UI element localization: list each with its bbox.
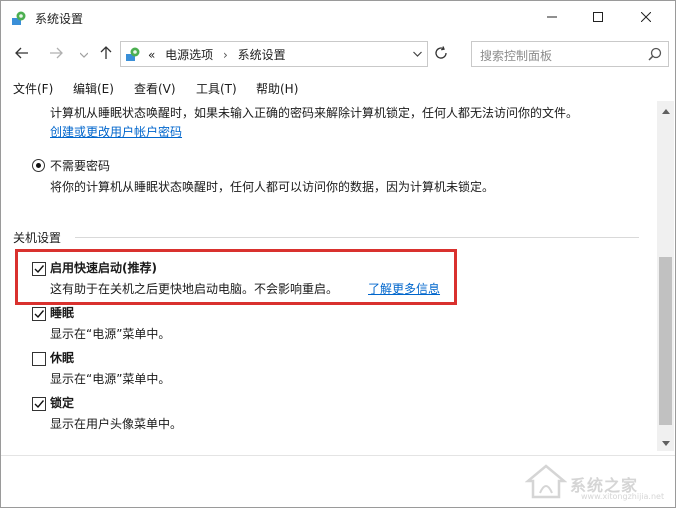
checkmark-icon bbox=[34, 265, 45, 274]
navigation-bar: « 电源选项 › 系统设置 搜索控制面板 bbox=[1, 37, 675, 71]
back-button[interactable] bbox=[12, 44, 32, 64]
menu-tools[interactable]: 工具(T) bbox=[196, 80, 237, 97]
breadcrumb: « 电源选项 › 系统设置 bbox=[148, 46, 292, 63]
settings-content: 计算机从睡眠状态唤醒时，如果未输入正确的密码来解除计算机锁定，任何人都无法访问你… bbox=[1, 101, 657, 455]
password-description: 计算机从睡眠状态唤醒时，如果未输入正确的密码来解除计算机锁定，任何人都无法访问你… bbox=[50, 106, 579, 120]
maximize-icon bbox=[593, 11, 603, 25]
title-bar: 系统设置 bbox=[1, 1, 675, 35]
breadcrumb-power-options[interactable]: 电源选项 bbox=[165, 48, 213, 62]
menu-file[interactable]: 文件(F) bbox=[13, 80, 53, 97]
address-bar[interactable]: « 电源选项 › 系统设置 bbox=[120, 41, 428, 67]
create-password-link[interactable]: 创建或更改用户帐户密码 bbox=[50, 123, 182, 140]
recent-locations-button[interactable] bbox=[74, 44, 94, 64]
search-box[interactable]: 搜索控制面板 bbox=[471, 41, 669, 67]
chevron-down-icon bbox=[79, 47, 89, 61]
no-password-description: 将你的计算机从睡眠状态唤醒时，任何人都可以访问你的数据，因为计算机未锁定。 bbox=[50, 180, 495, 194]
radio-selected-dot bbox=[36, 163, 41, 168]
settings-window: 系统设置 « 电源选项 › 系统设置 搜索控制面板 文件(F) 编辑(E) 查看… bbox=[0, 0, 676, 508]
fast-startup-description: 这有助于在关机之后更快地启动电脑。不会影响重启。 bbox=[50, 282, 339, 296]
checkmark-icon bbox=[34, 310, 45, 319]
lock-description: 显示在用户头像菜单中。 bbox=[50, 417, 183, 431]
minimize-icon bbox=[547, 11, 557, 25]
no-password-radio[interactable] bbox=[32, 159, 45, 172]
watermark-logo-icon bbox=[524, 464, 568, 499]
search-placeholder: 搜索控制面板 bbox=[480, 49, 553, 63]
breadcrumb-overflow[interactable]: « bbox=[148, 48, 155, 62]
control-panel-icon bbox=[11, 10, 27, 26]
refresh-button[interactable] bbox=[431, 45, 451, 63]
chevron-down-icon bbox=[661, 435, 670, 449]
search-icon[interactable] bbox=[648, 47, 662, 61]
breadcrumb-separator[interactable]: › bbox=[223, 48, 228, 62]
chevron-down-icon[interactable] bbox=[411, 48, 423, 60]
menu-bar: 文件(F) 编辑(E) 查看(V) 工具(T) 帮助(H) bbox=[1, 78, 675, 100]
sleep-checkbox[interactable] bbox=[32, 307, 46, 321]
watermark-url: www.xitongzhijia.net bbox=[581, 492, 665, 501]
arrow-right-icon bbox=[49, 47, 63, 62]
fast-startup-label[interactable]: 启用快速启动(推荐) bbox=[50, 259, 157, 276]
refresh-icon bbox=[434, 45, 448, 63]
arrow-left-icon bbox=[15, 47, 29, 62]
scrollbar-thumb[interactable] bbox=[659, 257, 672, 425]
close-button[interactable] bbox=[623, 1, 669, 35]
arrow-up-icon bbox=[100, 45, 112, 63]
menu-view[interactable]: 查看(V) bbox=[134, 80, 176, 97]
no-password-label[interactable]: 不需要密码 bbox=[50, 157, 110, 174]
lock-label[interactable]: 锁定 bbox=[50, 394, 74, 411]
maximize-button[interactable] bbox=[575, 1, 621, 35]
learn-more-link[interactable]: 了解更多信息 bbox=[368, 280, 440, 297]
control-panel-icon bbox=[125, 46, 141, 62]
minimize-button[interactable] bbox=[529, 1, 575, 35]
forward-button[interactable] bbox=[46, 44, 66, 64]
shutdown-settings-heading: 关机设置 bbox=[13, 231, 62, 245]
footer-divider bbox=[1, 455, 675, 456]
fast-startup-checkbox[interactable] bbox=[32, 262, 46, 276]
checkmark-icon bbox=[34, 400, 45, 409]
breadcrumb-system-settings[interactable]: 系统设置 bbox=[238, 48, 286, 62]
menu-help[interactable]: 帮助(H) bbox=[256, 80, 298, 97]
window-title: 系统设置 bbox=[35, 12, 84, 26]
scroll-up-button[interactable] bbox=[657, 103, 674, 117]
hibernate-checkbox[interactable] bbox=[32, 352, 46, 366]
hibernate-label[interactable]: 休眠 bbox=[50, 349, 74, 366]
section-divider bbox=[75, 237, 639, 238]
vertical-scrollbar[interactable] bbox=[657, 101, 674, 451]
scroll-down-button[interactable] bbox=[657, 435, 674, 449]
up-button[interactable] bbox=[96, 44, 116, 64]
chevron-up-icon bbox=[661, 103, 670, 117]
hibernate-description: 显示在“电源”菜单中。 bbox=[50, 372, 171, 386]
menu-edit[interactable]: 编辑(E) bbox=[73, 80, 114, 97]
sleep-description: 显示在“电源”菜单中。 bbox=[50, 327, 171, 341]
sleep-label[interactable]: 睡眠 bbox=[50, 304, 74, 321]
close-icon bbox=[640, 11, 652, 25]
watermark: 系统之家 www.xitongzhijia.net bbox=[524, 463, 673, 503]
lock-checkbox[interactable] bbox=[32, 397, 46, 411]
